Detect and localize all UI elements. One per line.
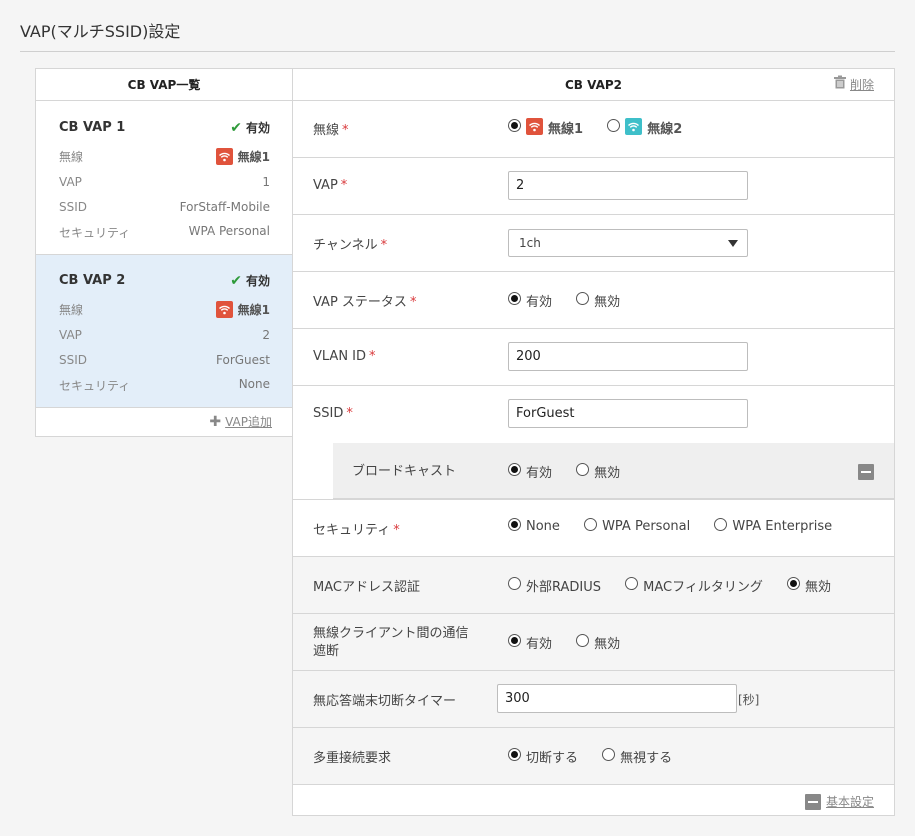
vap-detail-header: CB VAP2 削除 [293,69,894,101]
client-isolation-row: 無線クライアント間の通信 遮断 有効 無効 [293,614,894,671]
vap-card-security-row: セキュリティ None [59,377,270,393]
vap-detail-panel: CB VAP2 削除 無線* 無線1 無線2 VAP* チャンネル* 1ch V… [292,68,895,816]
vlan-id-label: VLAN ID * [313,349,376,364]
check-icon: ✔ [230,273,242,289]
security-wpa-personal-radio[interactable]: WPA Personal [584,518,690,534]
vap-list-panel: CB VAP一覧 CB VAP 1 ✔ 有効 無線 無線1 VAP 1 SSID Fo… [35,68,293,437]
vlan-id-input[interactable] [508,342,748,371]
idle-timer-input[interactable] [497,684,737,713]
multi-connection-radios: 切断する 無視する [508,747,692,766]
vap-card-status: ✔ 有効 [230,273,270,289]
security-wpa-enterprise-radio[interactable]: WPA Enterprise [714,518,832,534]
add-vap-link[interactable]: ✚ VAP追加 [209,413,272,430]
idle-timer-row: 無応答端末切断タイマー [秒] [293,671,894,728]
mac-auth-label: MACアドレス認証 [313,580,420,595]
isolation-disabled-radio[interactable]: 無効 [576,633,620,652]
mac-auth-disabled-radio[interactable]: 無効 [787,576,831,595]
broadcast-label: ブロードキャスト [352,464,457,479]
trash-icon [833,69,847,101]
vap-status-enabled-radio[interactable]: 有効 [508,291,552,310]
vap-row: VAP * [293,158,894,215]
title-divider [20,51,895,52]
vap-label: VAP * [313,178,348,193]
vap-status-label: VAP ステータス * [313,295,417,310]
channel-label: チャンネル * [313,238,388,253]
security-none-radio[interactable]: None [508,518,560,534]
vap-card-vap-row: VAP 1 [59,175,270,189]
vap-card-ssid-row: SSID ForStaff-Mobile [59,200,270,214]
vap-card-status: ✔ 有効 [230,120,270,136]
mac-auth-filtering-radio[interactable]: MACフィルタリング [625,576,763,595]
vap-card-ssid-row: SSID ForGuest [59,353,270,367]
client-isolation-radios: 有効 無効 [508,633,640,652]
isolation-enabled-radio[interactable]: 有効 [508,633,552,652]
broadcast-enabled-radio[interactable]: 有効 [508,462,552,481]
vap-card-security-row: セキュリティ WPA Personal [59,224,270,240]
vap-list-footer: ✚ VAP追加 [36,407,292,437]
mac-auth-radios: 外部RADIUS MACフィルタリング 無効 [508,576,851,595]
vap-status-row: VAP ステータス * 有効 無効 [293,272,894,329]
wifi-icon [526,118,543,135]
mac-auth-radius-radio[interactable]: 外部RADIUS [508,576,601,595]
broadcast-disabled-radio[interactable]: 無効 [576,462,620,481]
idle-timer-label: 無応答端末切断タイマー [313,694,457,709]
multi-conn-disconnect-radio[interactable]: 切断する [508,747,578,766]
vap-card-name: CB VAP 1 [59,120,126,135]
ssid-row: SSID* ブロードキャスト 有効 無効 [293,386,894,500]
vap-card-radio-row: 無線 無線1 [59,148,270,165]
chevron-down-icon [728,240,738,247]
radio-label: 無線 * [313,123,349,138]
page-title: VAP(マルチSSID)設定 [20,22,181,41]
plus-icon: ✚ [209,414,222,430]
minus-icon [804,793,821,810]
vap-card-1[interactable]: CB VAP 1 ✔ 有効 無線 無線1 VAP 1 SSID ForStaff-Mo… [36,102,292,255]
vap-input[interactable] [508,171,748,200]
security-label: セキュリティ * [313,523,400,538]
multi-conn-ignore-radio[interactable]: 無視する [602,747,672,766]
vap-card-radio-row: 無線 無線1 [59,301,270,318]
vap-detail-title: CB VAP2 [564,78,623,92]
channel-select[interactable]: 1ch [508,229,748,257]
channel-row: チャンネル * 1ch [293,215,894,272]
vap-status-disabled-radio[interactable]: 無効 [576,291,620,310]
vlan-id-row: VLAN ID * [293,329,894,386]
multi-connection-label: 多重接続要求 [313,751,392,766]
radio-option-1[interactable]: 無線1 [508,118,583,137]
radio-row: 無線 * 無線1 無線2 [293,101,894,158]
wifi-icon [215,148,233,165]
security-radios: None WPA Personal WPA Enterprise [508,518,852,534]
vap-card-name: CB VAP 2 [59,273,126,288]
vap-list-header: CB VAP一覧 [36,69,292,101]
wifi-icon [625,118,643,135]
mac-auth-row: MACアドレス認証 外部RADIUS MACフィルタリング 無効 [293,557,894,614]
vap-card-vap-row: VAP 2 [59,328,270,342]
basic-settings-link[interactable]: 基本設定 [804,793,874,811]
wifi-icon [215,301,233,318]
security-row: セキュリティ * None WPA Personal WPA Enterprise [293,500,894,557]
collapse-broadcast-button[interactable] [858,464,874,480]
ssid-input[interactable] [508,399,748,428]
check-icon: ✔ [230,120,242,136]
broadcast-radios: 有効 無効 [508,462,640,481]
radio-option-2[interactable]: 無線2 [607,118,682,137]
vap-card-2[interactable]: CB VAP 2 ✔ 有効 無線 無線1 VAP 2 SSID ForGuest セキ… [36,255,292,408]
idle-timer-unit: [秒] [738,693,760,707]
delete-button[interactable]: 削除 [833,69,874,102]
ssid-label: SSID * [313,406,353,421]
client-isolation-label: 無線クライアント間の通信 遮断 [313,626,469,659]
broadcast-row: ブロードキャスト 有効 無効 [333,443,894,499]
vap-status-radios: 有効 無効 [508,291,640,310]
radio-selector: 無線1 無線2 [508,118,702,137]
multi-connection-row: 多重接続要求 切断する 無視する [293,728,894,785]
